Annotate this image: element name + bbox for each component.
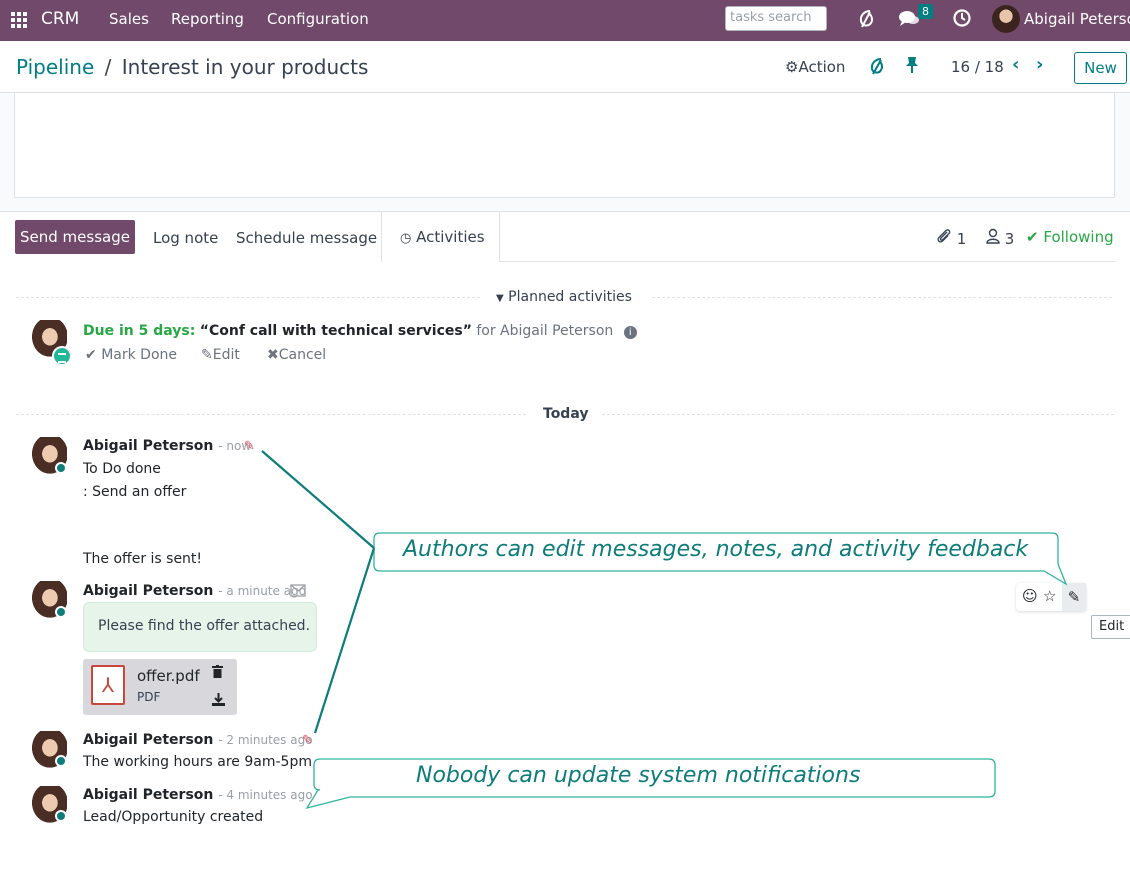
callout-edit-text: Authors can edit messages, notes, and ac… [403, 537, 1029, 562]
callout-system-text: Nobody can update system notifications [416, 763, 861, 788]
callout-overlay [261, 450, 1068, 810]
